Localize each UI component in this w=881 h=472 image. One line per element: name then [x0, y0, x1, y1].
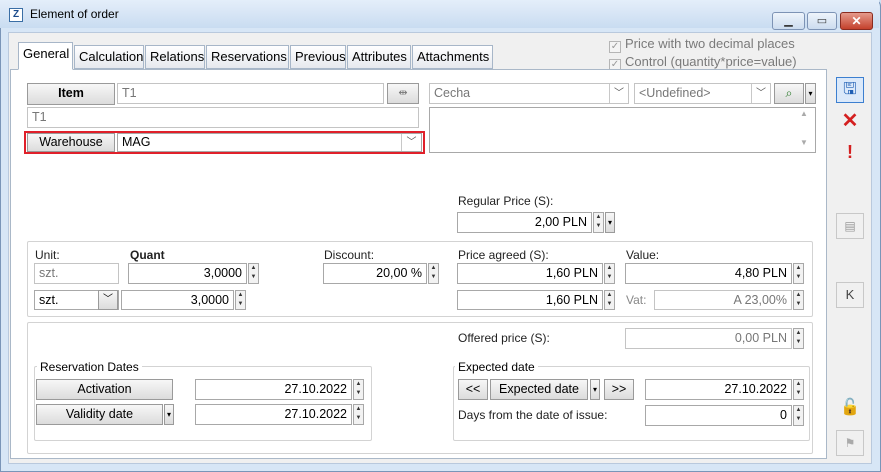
- days-from-issue-label: Days from the date of issue:: [458, 408, 608, 422]
- control-label: Control (quantity*price=value): [625, 54, 797, 69]
- item-name-field[interactable]: T1: [27, 107, 419, 128]
- search-icon[interactable]: ⌕: [774, 83, 804, 104]
- spinner-icon[interactable]: ▲ ▼: [353, 404, 364, 425]
- chevron-down-icon[interactable]: ﹀: [98, 290, 118, 310]
- chevron-down-icon[interactable]: ﹀: [401, 134, 421, 151]
- price-agreed-label: Price agreed (S):: [458, 248, 549, 262]
- description-textarea[interactable]: [429, 107, 816, 153]
- spinner-icon[interactable]: ▲ ▼: [428, 263, 439, 284]
- spinner-icon[interactable]: ▲ ▼: [793, 328, 804, 349]
- spinner-icon[interactable]: ▲ ▼: [593, 212, 604, 233]
- price-agreed-alt-field[interactable]: 1,60 PLN: [457, 290, 603, 310]
- quant-field[interactable]: 3,0000: [128, 263, 247, 284]
- activation-date-field[interactable]: 27.10.2022: [195, 379, 352, 400]
- chevron-down-icon[interactable]: ﹀: [751, 84, 770, 103]
- quant-alt-field[interactable]: 3,0000: [121, 290, 234, 310]
- feature-select[interactable]: Cecha: [429, 83, 629, 104]
- warehouse-select[interactable]: MAG: [117, 133, 422, 152]
- minimize-button[interactable]: ▁: [772, 12, 805, 30]
- warehouse-button[interactable]: Warehouse: [27, 133, 115, 152]
- value-label: Value:: [626, 248, 660, 262]
- vat-label: Vat:: [626, 293, 647, 307]
- app-icon: Z: [9, 8, 23, 22]
- tab-relations[interactable]: Relations: [145, 45, 205, 69]
- tab-attachments[interactable]: Attachments: [412, 45, 493, 69]
- offered-price-field[interactable]: 0,00 PLN: [625, 328, 792, 349]
- price-agreed-field[interactable]: 1,60 PLN: [457, 263, 603, 284]
- chevron-down-icon[interactable]: ▾: [590, 379, 600, 400]
- regular-price-field[interactable]: 2,00 PLN: [457, 212, 592, 233]
- regular-price-label: Regular Price (S):: [458, 194, 554, 208]
- spinner-icon[interactable]: ▲ ▼: [793, 405, 804, 426]
- prev-date-button[interactable]: <<: [458, 379, 488, 400]
- expected-date-title: Expected date: [455, 360, 538, 374]
- tab-reservations[interactable]: Reservations: [206, 45, 289, 69]
- spinner-icon[interactable]: ▲ ▼: [793, 263, 804, 284]
- discount-label: Discount:: [324, 248, 375, 262]
- chevron-down-icon[interactable]: ▾: [805, 83, 816, 104]
- spinner-icon[interactable]: ▲ ▼: [793, 290, 804, 310]
- spinner-icon[interactable]: ▲ ▼: [235, 290, 246, 310]
- item-lookup-icon[interactable]: ⇹: [387, 83, 419, 104]
- tab-previous[interactable]: Previous: [290, 45, 346, 69]
- tab-calculation[interactable]: Calculation: [74, 45, 144, 69]
- validity-date-button[interactable]: Validity date: [36, 404, 163, 425]
- warning-icon[interactable]: !: [836, 140, 864, 166]
- document-icon[interactable]: ▤: [836, 213, 864, 239]
- activation-button[interactable]: Activation: [36, 379, 173, 400]
- unit-field[interactable]: szt.: [34, 263, 119, 284]
- spinner-icon[interactable]: ▲ ▼: [604, 290, 615, 310]
- vat-field[interactable]: A 23,00%: [654, 290, 792, 310]
- quant-label: Quant: [130, 248, 165, 262]
- save-icon[interactable]: 🖫: [836, 77, 864, 103]
- chevron-down-icon[interactable]: ▾: [605, 212, 615, 233]
- close-button[interactable]: ✕: [840, 12, 873, 30]
- window-title: Element of order: [30, 7, 119, 21]
- checklist-icon[interactable]: K: [836, 282, 864, 308]
- reservation-dates-title: Reservation Dates: [37, 360, 142, 374]
- chevron-down-icon[interactable]: ﹀: [609, 84, 628, 103]
- expected-date-field[interactable]: 27.10.2022: [645, 379, 792, 400]
- value-field[interactable]: 4,80 PLN: [625, 263, 792, 284]
- validity-date-field[interactable]: 27.10.2022: [195, 404, 352, 425]
- lock-icon[interactable]: 🔓: [836, 396, 864, 422]
- maximize-button[interactable]: ▭: [807, 12, 837, 30]
- price-two-decimals-label: Price with two decimal places: [625, 36, 795, 51]
- expected-date-button[interactable]: Expected date: [490, 379, 588, 400]
- unit-label: Unit:: [35, 248, 60, 262]
- price-two-decimals-checkbox[interactable]: ✓ Price with two decimal places: [609, 36, 795, 53]
- scroll-up-icon[interactable]: ▲: [800, 109, 808, 118]
- expected-date-group: [453, 366, 810, 441]
- chevron-down-icon[interactable]: ▾: [164, 404, 174, 425]
- spinner-icon[interactable]: ▲ ▼: [353, 379, 364, 400]
- spinner-icon[interactable]: ▲ ▼: [793, 379, 804, 400]
- tab-general[interactable]: General: [18, 42, 73, 70]
- next-date-button[interactable]: >>: [604, 379, 634, 400]
- item-code-field[interactable]: T1: [117, 83, 384, 104]
- spinner-icon[interactable]: ▲ ▼: [604, 263, 615, 284]
- days-from-issue-field[interactable]: 0: [645, 405, 792, 426]
- cancel-icon[interactable]: ✕: [836, 109, 864, 135]
- item-button[interactable]: Item: [27, 83, 115, 105]
- tab-attributes[interactable]: Attributes: [347, 45, 411, 69]
- offered-price-label: Offered price (S):: [458, 331, 550, 345]
- spinner-icon[interactable]: ▲ ▼: [248, 263, 259, 284]
- discount-field[interactable]: 20,00 %: [323, 263, 427, 284]
- flag-icon[interactable]: ⚑: [836, 430, 864, 456]
- check-icon: ✓: [609, 41, 621, 53]
- title-bar: Z Element of order: [0, 0, 879, 28]
- scroll-down-icon[interactable]: ▼: [800, 138, 808, 147]
